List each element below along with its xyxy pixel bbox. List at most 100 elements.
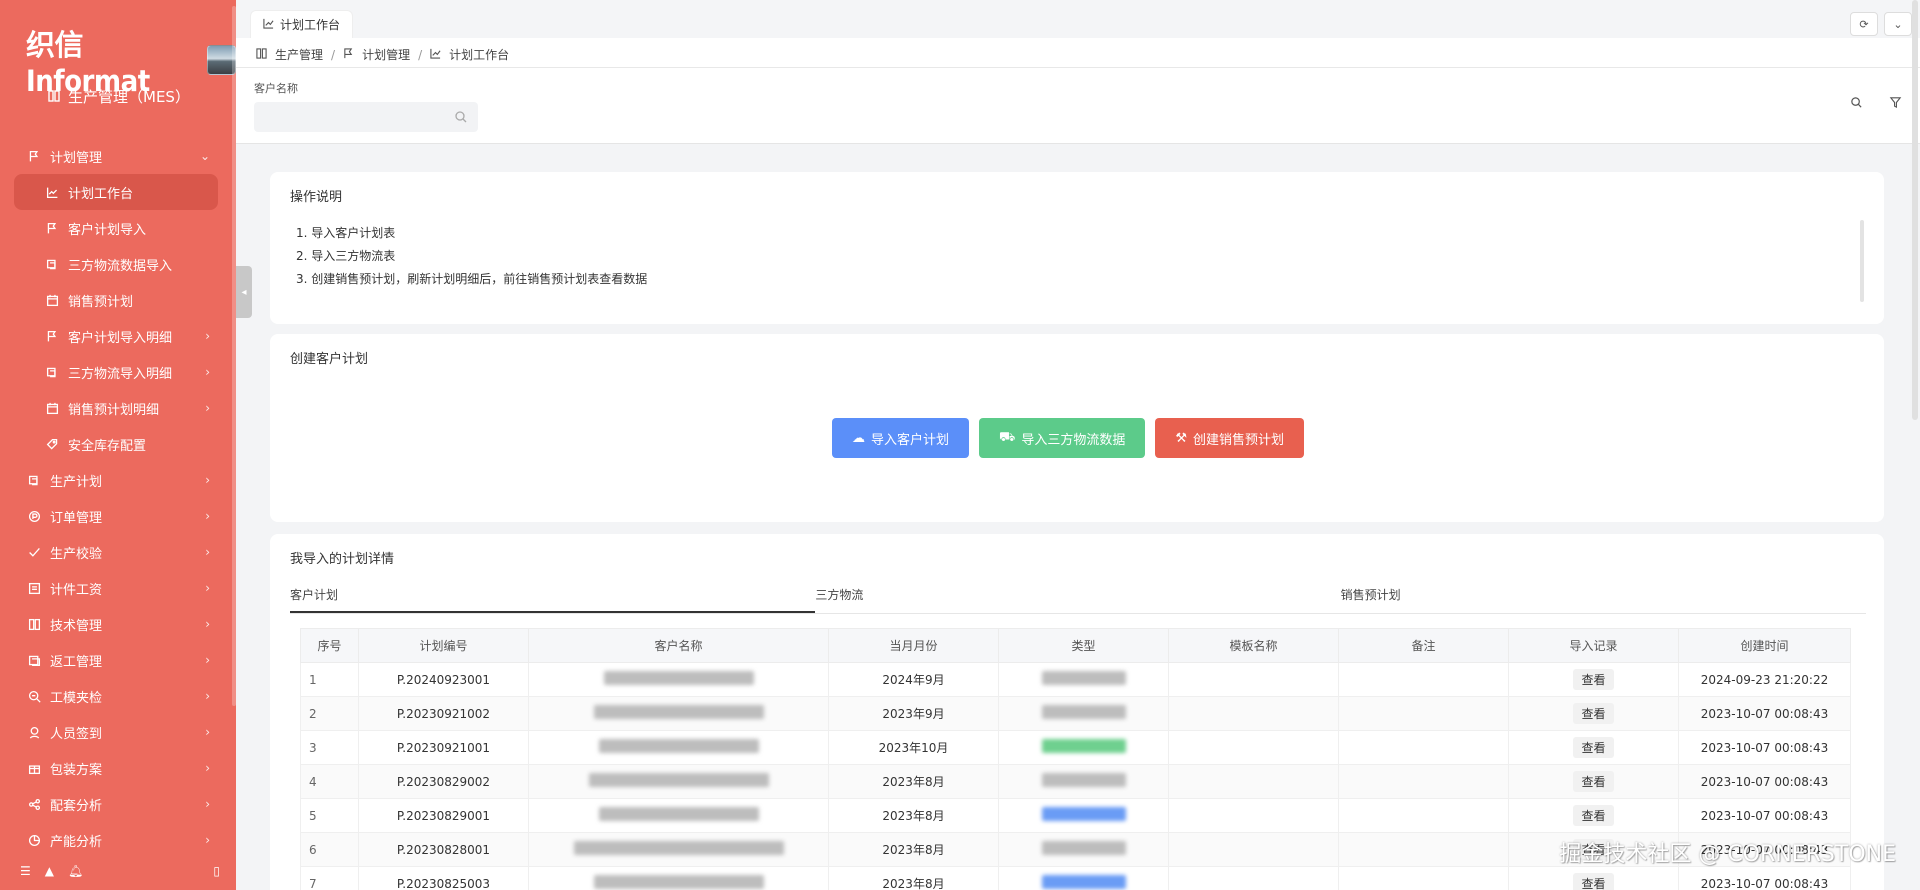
sidebar-item[interactable]: 安全库存配置 — [0, 426, 230, 462]
column-header[interactable]: 模板名称 — [1168, 628, 1339, 663]
tab-customer-plan[interactable]: 客户计划 — [290, 582, 816, 613]
table-header-row: 序号 计划编号 客户名称 当月月份 类型 模板名称 备注 导入记录 创建时间 — [300, 628, 1851, 663]
table-row[interactable]: 3 P.20230921001 2023年10月 查看 2023-10-07 00:08… — [300, 730, 1851, 765]
cell-created-time: 2023-10-07 00:08:43 — [1678, 798, 1851, 833]
refresh-button[interactable]: ⟳ — [1850, 12, 1878, 36]
column-header[interactable]: 当月月份 — [828, 628, 999, 663]
table-row[interactable]: 2 P.20230921002 2023年9月 查看 2023-10-07 00:08:… — [300, 696, 1851, 731]
view-button[interactable]: 查看 — [1573, 669, 1614, 690]
cell-index: 6 — [300, 832, 359, 867]
sidebar-item[interactable]: 三方物流数据导入 — [0, 246, 230, 282]
sidebar-item[interactable]: 订单管理 › — [0, 498, 230, 534]
cell-month: 2023年10月 — [828, 730, 999, 765]
create-sales-preplan-button[interactable]: ⚒ 创建销售预计划 — [1155, 418, 1305, 458]
collapse-sidebar-handle[interactable]: ◂ — [236, 266, 252, 318]
page-scrollbar[interactable] — [1912, 0, 1918, 420]
tab-plan-workbench[interactable]: 计划工作台 — [250, 10, 354, 38]
sidebar-item[interactable]: 包装方案 › — [0, 750, 230, 786]
view-button[interactable]: 查看 — [1573, 703, 1614, 724]
column-header[interactable]: 导入记录 — [1508, 628, 1679, 663]
sidebar-item[interactable]: 计划工作台 — [14, 174, 218, 210]
sidebar-item-label: 生产计划 — [50, 474, 103, 490]
table-row[interactable]: 1 P.20240923001 2024年9月 查看 2024-09-23 21:20:… — [300, 662, 1851, 697]
sidebar-item[interactable]: 计件工资 › — [0, 570, 230, 606]
cell-month: 2023年8月 — [828, 764, 999, 799]
tab-sales-preplan[interactable]: 销售预计划 — [1341, 582, 1866, 613]
search-icon[interactable] — [1850, 96, 1863, 112]
menu-icon[interactable]: ☰ — [20, 864, 31, 878]
cell-plan-code: P.20230921001 — [358, 730, 529, 765]
sidebar-item-label: 销售预计划 — [68, 294, 134, 310]
bell-icon[interactable]: 🔔︎ — [68, 864, 83, 878]
view-button[interactable]: 查看 — [1573, 805, 1614, 826]
view-button[interactable]: 查看 — [1573, 771, 1614, 792]
cell-remark — [1338, 798, 1509, 833]
sidebar-toggle-icon[interactable]: ▯ — [213, 864, 220, 878]
check-icon — [26, 544, 42, 560]
sidebar-item[interactable]: 客户计划导入明细 › — [0, 318, 230, 354]
cell-index: 5 — [300, 798, 359, 833]
cell-index: 7 — [300, 866, 359, 890]
cell-template-name — [1168, 696, 1339, 731]
cell-remark — [1338, 866, 1509, 890]
column-header[interactable]: 创建时间 — [1678, 628, 1851, 663]
table-row[interactable]: 7 P.20230825003 2023年8月 查看 2023-10-07 00:08:… — [300, 866, 1851, 890]
app-title[interactable]: 生产管理（MES） — [48, 86, 190, 107]
import-logistics-data-button[interactable]: ⛟ 导入三方物流数据 — [979, 418, 1146, 458]
view-button[interactable]: 查看 — [1573, 873, 1614, 890]
cell-remark — [1338, 730, 1509, 765]
column-header[interactable]: 序号 — [300, 628, 359, 663]
sidebar-item[interactable]: 客户计划导入 — [0, 210, 230, 246]
clear-filter-icon[interactable] — [1889, 96, 1902, 112]
table-row[interactable]: 5 P.20230829001 2023年8月 查看 2023-10-07 00:08:… — [300, 798, 1851, 833]
breadcrumb-item[interactable]: 生产管理 — [275, 46, 323, 63]
sidebar-item[interactable]: 人员签到 › — [0, 714, 230, 750]
sidebar-item-label: 计划工作台 — [68, 186, 134, 202]
cell-type — [998, 662, 1169, 697]
app-title-label: 生产管理（MES） — [68, 88, 190, 106]
instruction-step: 3. 创建销售预计划，刷新计划明细后，前往销售预计划表查看数据 — [296, 272, 648, 286]
redacted-text — [598, 739, 759, 753]
customer-name-input[interactable] — [254, 102, 478, 132]
chart-line-icon — [44, 184, 60, 200]
column-header[interactable]: 计划编号 — [358, 628, 529, 663]
sidebar-item[interactable]: 销售预计划 — [0, 282, 230, 318]
cell-customer-name — [528, 764, 829, 799]
sidebar-item[interactable]: 销售预计划明细 › — [0, 390, 230, 426]
button-label: 导入客户计划 — [871, 432, 950, 448]
column-header[interactable]: 客户名称 — [528, 628, 829, 663]
tab-third-party-logistics[interactable]: 三方物流 — [815, 582, 1340, 613]
column-header[interactable]: 备注 — [1338, 628, 1509, 663]
package-icon — [44, 364, 60, 380]
sidebar-item[interactable]: 三方物流导入明细 › — [0, 354, 230, 390]
top-actions: ⟳ ⌄ — [1850, 12, 1912, 36]
sidebar-item-label: 工模夹检 — [50, 690, 103, 706]
more-dropdown-button[interactable]: ⌄ — [1884, 12, 1912, 36]
table-row[interactable]: 4 P.20230829002 2023年8月 查看 2023-10-07 00:08:… — [300, 764, 1851, 799]
instructions-scrollbar[interactable] — [1860, 220, 1864, 302]
sidebar-item-label: 人员签到 — [50, 726, 103, 742]
sidebar-item[interactable]: 产能分析 › — [0, 822, 230, 858]
breadcrumb: 生产管理 / 计划管理 / 计划工作台 — [256, 46, 509, 63]
cell-month: 2023年8月 — [828, 832, 999, 867]
breadcrumb-item[interactable]: 计划工作台 — [449, 46, 509, 63]
cell-remark — [1338, 696, 1509, 731]
sidebar-item[interactable]: 计划管理 ⌄ — [0, 138, 230, 174]
redacted-type-badge — [1041, 875, 1126, 889]
breadcrumb-item[interactable]: 计划管理 — [362, 46, 410, 63]
chevron-right-icon: › — [205, 797, 210, 811]
share-icon — [26, 796, 42, 812]
view-button[interactable]: 查看 — [1573, 737, 1614, 758]
sidebar-item[interactable]: 生产计划 › — [0, 462, 230, 498]
sidebar-item[interactable]: 生产校验 › — [0, 534, 230, 570]
sidebar-item[interactable]: 配套分析 › — [0, 786, 230, 822]
columns-icon — [256, 47, 267, 62]
sidebar-item[interactable]: 工模夹检 › — [0, 678, 230, 714]
redacted-type-badge — [1041, 739, 1126, 753]
warning-icon[interactable]: ▲ — [45, 864, 54, 878]
sidebar-item[interactable]: 返工管理 › — [0, 642, 230, 678]
import-customer-plan-button[interactable]: ☁ 导入客户计划 — [832, 418, 970, 458]
cell-import-record: 查看 — [1508, 662, 1679, 697]
sidebar-item[interactable]: 技术管理 › — [0, 606, 230, 642]
column-header[interactable]: 类型 — [998, 628, 1169, 663]
